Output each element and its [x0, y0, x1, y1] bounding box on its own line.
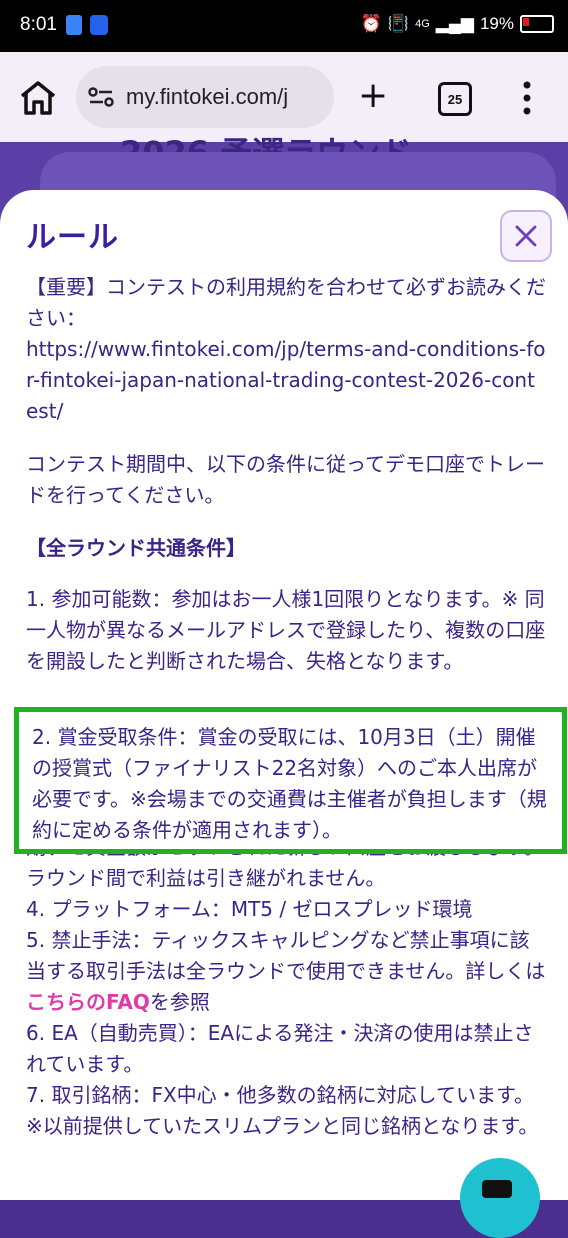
- status-time: 8:01: [20, 14, 57, 35]
- status-bar: 8:01 ⏰ 📳 4G ▂▄▆ 19%: [0, 0, 568, 52]
- tab-switcher-button[interactable]: 25: [438, 82, 472, 116]
- modal-title: ルール: [26, 220, 119, 255]
- vibrate-icon: 📳: [387, 14, 410, 33]
- more-menu-icon[interactable]: [522, 80, 532, 116]
- rule-item-7: 7. 取引銘柄：FX中心・他多数の銘柄に対応しています。※以前提供していたスリム…: [26, 1083, 539, 1138]
- notification-app-icon: [66, 15, 82, 35]
- rule-item-6: 6. EA（自動売買）：EAによる発注・決済の使用は禁止されています。: [26, 1021, 534, 1076]
- battery-label: 19%: [479, 14, 514, 33]
- rule-item-1: 1. 参加可能数：参加はお一人様1回限りとなります。※ 同一人物が異なるメールア…: [26, 587, 546, 673]
- home-icon[interactable]: [18, 80, 58, 116]
- faq-link[interactable]: こちらのFAQ: [26, 990, 150, 1014]
- alarm-icon: ⏰: [360, 14, 382, 33]
- rule-item-5: 5. 禁止手法：ティックスキャルピングなど禁止事項に該当する取引手法は全ラウンド…: [26, 925, 546, 1018]
- intro-text: コンテスト期間中、以下の条件に従ってデモ口座でトレードを行ってください。: [26, 452, 545, 507]
- battery-icon: [520, 15, 554, 33]
- url-text: my.fintokei.com/j: [126, 84, 289, 109]
- notification-app-icon-2: [90, 15, 108, 35]
- section-heading: 【全ラウンド共通条件】: [26, 536, 246, 560]
- highlight-box: 2. 賞金受取条件：賞金の受取には、10月3日（土）開催の授賞式（ファイナリスト…: [14, 707, 567, 854]
- new-tab-icon[interactable]: +: [358, 76, 388, 116]
- chat-icon: [482, 1180, 512, 1198]
- url-bar[interactable]: my.fintokei.com/j: [76, 66, 334, 128]
- rule-item-5-text: 5. 禁止手法：ティックスキャルピングなど禁止事項に該当する取引手法は全ラウンド…: [26, 928, 546, 983]
- rules-modal: ルール 【重要】コンテストの利用規約を合わせて必ずお読みください： https:…: [0, 190, 568, 1200]
- site-settings-icon[interactable]: [88, 87, 114, 107]
- signal-icon: ▂▄▆: [435, 14, 474, 33]
- status-indicators: ⏰ 📳 4G ▂▄▆ 19%: [361, 14, 554, 34]
- close-icon: [515, 225, 537, 247]
- rule-item-2: 2. 賞金受取条件：賞金の受取には、10月3日（土）開催の授賞式（ファイナリスト…: [32, 725, 547, 842]
- rule-item-5-suffix: を参照: [149, 990, 210, 1014]
- close-button[interactable]: [500, 210, 552, 262]
- network-label: 4G: [415, 18, 430, 30]
- chat-fab-button[interactable]: [460, 1158, 540, 1238]
- important-notice: 【重要】コンテストの利用規約を合わせて必ずお読みください： https://ww…: [26, 275, 546, 423]
- rule-item-4: 4. プラットフォーム：MT5 / ゼロスプレッド環境: [26, 897, 473, 921]
